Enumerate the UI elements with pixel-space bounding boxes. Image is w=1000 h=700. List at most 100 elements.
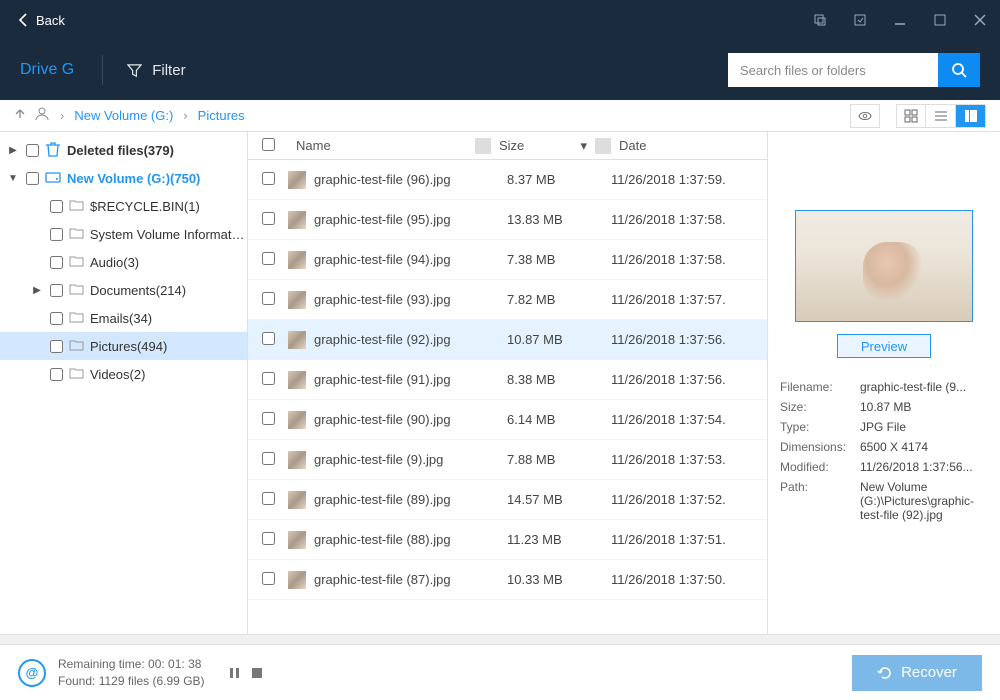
close-button[interactable] xyxy=(960,0,1000,40)
filter-button[interactable]: Filter xyxy=(127,62,185,79)
checkbox[interactable] xyxy=(50,340,63,353)
pause-button[interactable] xyxy=(229,667,241,679)
meta-label: Filename: xyxy=(780,380,860,394)
sidebar-item[interactable]: Emails(34) xyxy=(0,304,247,332)
thumbnail xyxy=(288,531,306,549)
file-name: graphic-test-file (92).jpg xyxy=(314,332,451,347)
view-list-button[interactable] xyxy=(926,104,956,128)
sort-icon: ▾ xyxy=(580,138,587,154)
meta-filename: graphic-test-file (9... xyxy=(860,380,988,394)
file-date: 11/26/2018 1:37:57. xyxy=(611,292,767,307)
file-name: graphic-test-file (90).jpg xyxy=(314,412,451,427)
window-pin-icon[interactable] xyxy=(800,0,840,40)
checkbox[interactable] xyxy=(262,452,275,465)
checkbox[interactable] xyxy=(50,228,63,241)
checkbox[interactable] xyxy=(262,372,275,385)
sidebar-item[interactable]: $RECYCLE.BIN(1) xyxy=(0,192,247,220)
folder-icon xyxy=(69,283,84,298)
file-list[interactable]: graphic-test-file (96).jpg8.37 MB11/26/2… xyxy=(248,160,767,634)
chevron-right-icon[interactable]: ▶ xyxy=(6,145,20,156)
breadcrumb-item[interactable]: Pictures xyxy=(198,108,245,123)
breadcrumb: › New Volume (G:) › Pictures xyxy=(0,100,1000,132)
window-settings-icon[interactable] xyxy=(840,0,880,40)
drive-tab[interactable]: Drive G xyxy=(20,61,102,79)
checkbox[interactable] xyxy=(26,172,39,185)
checkbox[interactable] xyxy=(262,532,275,545)
file-date: 11/26/2018 1:37:50. xyxy=(611,572,767,587)
checkbox[interactable] xyxy=(262,492,275,505)
file-panel: Name Size▾ Date graphic-test-file (96).j… xyxy=(248,132,768,634)
checkbox[interactable] xyxy=(262,172,275,185)
file-date: 11/26/2018 1:37:51. xyxy=(611,532,767,547)
checkbox[interactable] xyxy=(50,284,63,297)
checkbox[interactable] xyxy=(262,252,275,265)
stop-button[interactable] xyxy=(251,667,263,679)
sidebar-item[interactable]: Videos(2) xyxy=(0,360,247,388)
file-name: graphic-test-file (91).jpg xyxy=(314,372,451,387)
column-date[interactable]: Date xyxy=(611,138,767,153)
horizontal-scrollbar[interactable] xyxy=(0,634,1000,644)
filter-icon xyxy=(127,63,142,78)
recover-label: Recover xyxy=(901,664,957,681)
checkbox[interactable] xyxy=(262,412,275,425)
meta-dimensions: 6500 X 4174 xyxy=(860,440,988,454)
up-icon[interactable] xyxy=(14,108,26,123)
file-row[interactable]: graphic-test-file (90).jpg6.14 MB11/26/2… xyxy=(248,400,767,440)
tree-deleted-files[interactable]: ▶ Deleted files(379) xyxy=(0,136,247,164)
sidebar-item[interactable]: System Volume Information xyxy=(0,220,247,248)
file-row[interactable]: graphic-test-file (93).jpg7.82 MB11/26/2… xyxy=(248,280,767,320)
file-row[interactable]: graphic-test-file (88).jpg11.23 MB11/26/… xyxy=(248,520,767,560)
checkbox[interactable] xyxy=(26,144,39,157)
checkbox[interactable] xyxy=(50,200,63,213)
file-row[interactable]: graphic-test-file (92).jpg10.87 MB11/26/… xyxy=(248,320,767,360)
file-row[interactable]: graphic-test-file (89).jpg14.57 MB11/26/… xyxy=(248,480,767,520)
checkbox[interactable] xyxy=(50,368,63,381)
checkbox[interactable] xyxy=(50,312,63,325)
file-size: 11.23 MB xyxy=(507,532,611,547)
file-date: 11/26/2018 1:37:56. xyxy=(611,332,767,347)
view-detail-button[interactable] xyxy=(956,104,986,128)
file-row[interactable]: graphic-test-file (9).jpg7.88 MB11/26/20… xyxy=(248,440,767,480)
search-button[interactable] xyxy=(938,53,980,87)
checkbox[interactable] xyxy=(262,212,275,225)
chevron-left-icon xyxy=(18,13,28,27)
chevron-right-icon[interactable]: ▶ xyxy=(30,285,44,296)
file-row[interactable]: graphic-test-file (95).jpg13.83 MB11/26/… xyxy=(248,200,767,240)
preview-button[interactable]: Preview xyxy=(837,334,931,358)
file-size: 7.38 MB xyxy=(507,252,611,267)
meta-label: Size: xyxy=(780,400,860,414)
view-grid-button[interactable] xyxy=(896,104,926,128)
tree-new-volume[interactable]: ▼ New Volume (G:)(750) xyxy=(0,164,247,192)
user-icon[interactable] xyxy=(34,107,50,124)
file-row[interactable]: graphic-test-file (96).jpg8.37 MB11/26/2… xyxy=(248,160,767,200)
preview-image xyxy=(795,210,973,322)
file-row[interactable]: graphic-test-file (87).jpg10.33 MB11/26/… xyxy=(248,560,767,600)
preview-toggle[interactable] xyxy=(850,104,880,128)
column-size[interactable]: Size▾ xyxy=(491,138,595,154)
file-date: 11/26/2018 1:37:58. xyxy=(611,252,767,267)
checkbox[interactable] xyxy=(262,572,275,585)
maximize-button[interactable] xyxy=(920,0,960,40)
file-date: 11/26/2018 1:37:53. xyxy=(611,452,767,467)
sidebar-item[interactable]: Pictures(494) xyxy=(0,332,247,360)
checkbox[interactable] xyxy=(262,292,275,305)
checkbox[interactable] xyxy=(262,332,275,345)
folder-icon xyxy=(69,255,84,270)
back-button[interactable]: Back xyxy=(0,0,83,40)
sidebar-item[interactable]: Audio(3) xyxy=(0,248,247,276)
recover-button[interactable]: Recover xyxy=(852,655,982,691)
file-row[interactable]: graphic-test-file (94).jpg7.38 MB11/26/2… xyxy=(248,240,767,280)
checkbox[interactable] xyxy=(50,256,63,269)
select-all-checkbox[interactable] xyxy=(262,138,275,151)
thumbnail xyxy=(288,171,306,189)
file-row[interactable]: graphic-test-file (91).jpg8.38 MB11/26/2… xyxy=(248,360,767,400)
search-input[interactable] xyxy=(728,53,938,87)
file-size: 13.83 MB xyxy=(507,212,611,227)
file-size: 14.57 MB xyxy=(507,492,611,507)
chevron-down-icon[interactable]: ▼ xyxy=(6,173,20,184)
file-name: graphic-test-file (96).jpg xyxy=(314,172,451,187)
minimize-button[interactable] xyxy=(880,0,920,40)
breadcrumb-item[interactable]: New Volume (G:) xyxy=(74,108,173,123)
column-name[interactable]: Name xyxy=(288,138,475,153)
sidebar-item[interactable]: ▶Documents(214) xyxy=(0,276,247,304)
